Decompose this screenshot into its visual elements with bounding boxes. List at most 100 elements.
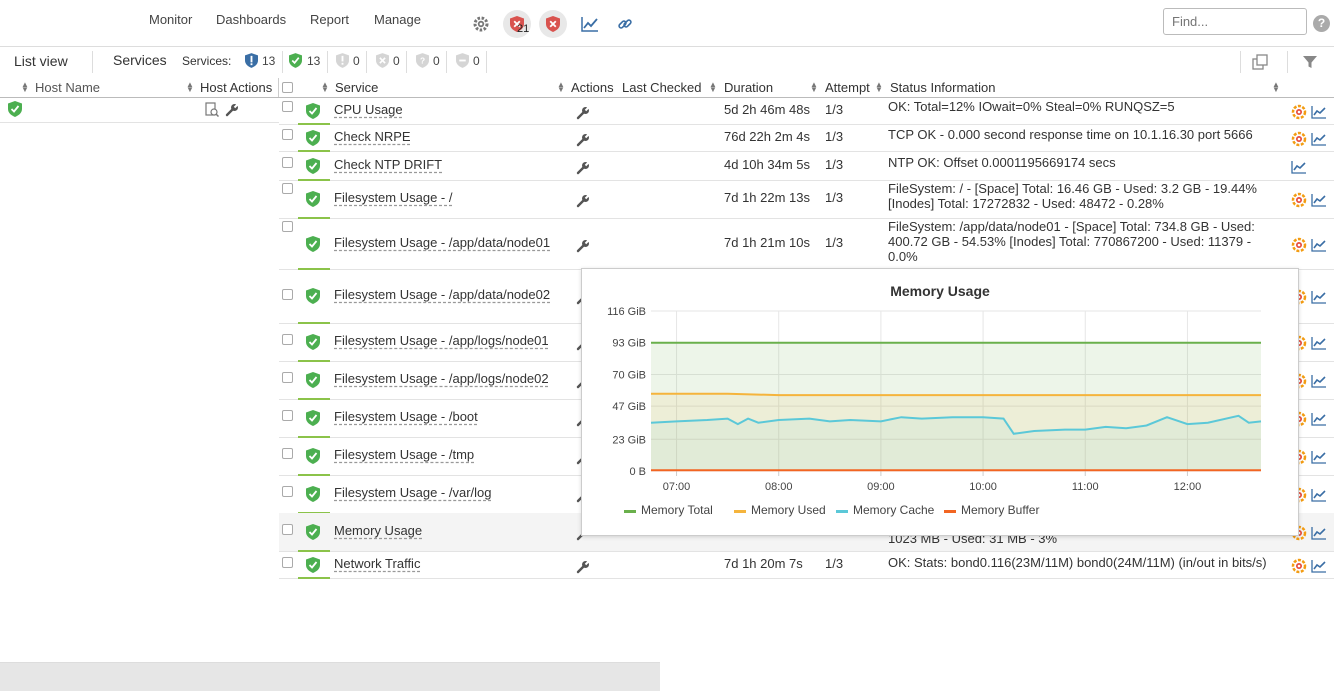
service-problems-button[interactable] (539, 10, 567, 38)
sort-icon[interactable]: ▲ ▼ (875, 81, 883, 94)
all-services-icon[interactable] (245, 53, 258, 71)
unknown-services-icon[interactable]: ? (416, 53, 429, 71)
unknown-services-count[interactable]: 0 (433, 54, 440, 68)
divider (366, 51, 367, 73)
x-tick-label: 11:00 (1072, 481, 1099, 493)
sort-icon[interactable]: ▲ ▼ (709, 81, 717, 94)
pending-services-count[interactable]: 0 (473, 54, 480, 68)
service-name-link[interactable]: Network Traffic (334, 556, 420, 571)
top-navigation-bar: Monitor Dashboards Report Manage 21 ? (0, 0, 1334, 46)
sort-icon[interactable]: ▲ ▼ (186, 81, 194, 94)
x-tick-label: 09:00 (867, 481, 895, 493)
service-name-link[interactable]: Filesystem Usage - /tmp (334, 447, 474, 462)
service-name-link[interactable]: Check NTP DRIFT (334, 157, 442, 172)
column-host-actions: Host Actions (200, 80, 273, 95)
link-icon[interactable] (617, 16, 633, 35)
horizontal-scrollbar[interactable] (0, 662, 660, 691)
nav-dashboards[interactable]: Dashboards (216, 12, 286, 27)
service-name-link[interactable]: Filesystem Usage - /app/data/node02 (334, 287, 550, 302)
divider (406, 51, 407, 73)
host-notes-icon[interactable] (205, 102, 220, 120)
select-all-checkbox[interactable] (282, 82, 293, 93)
help-icon[interactable]: ? (1313, 15, 1330, 32)
divider (486, 51, 487, 73)
sort-icon[interactable]: ▲ ▼ (321, 81, 329, 94)
column-last-checked[interactable]: Last Checked (622, 80, 702, 95)
y-tick-label: 116 GiB (607, 306, 646, 318)
nav-monitor[interactable]: Monitor (149, 12, 192, 27)
critical-services-count[interactable]: 0 (393, 54, 400, 68)
alert-count: 21 (517, 23, 530, 35)
host-row (0, 98, 279, 123)
sort-icon[interactable]: ▲ ▼ (810, 81, 818, 94)
y-tick-label: 47 GiB (612, 401, 646, 413)
service-name-link[interactable]: Filesystem Usage - /boot (334, 409, 478, 424)
column-attempt[interactable]: Attempt (825, 80, 870, 95)
nav-report[interactable]: Report (310, 12, 349, 27)
y-tick-label: 0 B (629, 466, 646, 478)
table-row[interactable] (279, 98, 1334, 124)
service-name-link[interactable]: Filesystem Usage - /app/data/node01 (334, 235, 550, 250)
divider (92, 51, 93, 73)
divider (282, 51, 283, 73)
sort-icon[interactable]: ▲ ▼ (557, 81, 565, 94)
legend-item[interactable]: Memory Used (751, 503, 826, 517)
svg-text:?: ? (420, 56, 425, 66)
service-name-link[interactable]: Memory Usage (334, 523, 422, 538)
ok-services-icon[interactable] (289, 53, 302, 71)
legend-item[interactable]: Memory Total (641, 503, 713, 517)
x-tick-label: 07:00 (663, 481, 691, 493)
sort-icon[interactable]: ▲ ▼ (21, 81, 29, 94)
warning-services-count[interactable]: 0 (353, 54, 360, 68)
x-tick-label: 08:00 (765, 481, 793, 493)
memory-usage-chart-popup: Memory Usage 07:00 08:00 09:00 10:00 11:00 12… (581, 268, 1299, 536)
view-toolbar: List view Services Services: 13 13 0 0 ?… (0, 46, 1334, 79)
column-status-information[interactable]: Status Information (890, 80, 996, 95)
sort-icon[interactable]: ▲ ▼ (1272, 81, 1280, 94)
series-area (651, 415, 1261, 471)
table-row[interactable] (279, 551, 1334, 578)
service-name-link[interactable]: Filesystem Usage - /app/logs/node02 (334, 371, 549, 386)
divider (327, 51, 328, 73)
service-name-link[interactable]: Filesystem Usage - /app/logs/node01 (334, 333, 549, 348)
services-tab[interactable]: Services (113, 52, 167, 68)
column-actions: Actions (571, 80, 614, 95)
host-wrench-icon[interactable] (225, 103, 239, 120)
service-name-link[interactable]: CPU Usage (334, 102, 403, 117)
service-name-link[interactable]: Filesystem Usage - /var/log (334, 485, 492, 500)
service-name-link[interactable]: Filesystem Usage - / (334, 190, 452, 205)
service-name-link[interactable]: Check NRPE (334, 129, 411, 144)
filter-icon[interactable] (1302, 54, 1318, 73)
list-view-tab[interactable]: List view (14, 53, 68, 69)
ok-services-count[interactable]: 13 (307, 54, 320, 68)
memory-usage-chart: 07:00 08:00 09:00 10:00 11:00 12:00 116 GiB 93 … (607, 306, 1262, 493)
critical-services-icon[interactable] (376, 53, 389, 71)
host-problems-button[interactable]: 21 (503, 10, 531, 38)
x-tick-label: 12:00 (1174, 481, 1202, 493)
y-tick-label: 70 GiB (612, 369, 646, 381)
legend-item[interactable]: Memory Cache (853, 503, 934, 517)
chart-legend: Memory Total Memory Used Memory Cache Memor… (624, 502, 1264, 520)
table-row[interactable] (279, 124, 1334, 151)
column-duration[interactable]: Duration (724, 80, 773, 95)
legend-item[interactable]: Memory Buffer (961, 503, 1039, 517)
nav-manage[interactable]: Manage (374, 12, 421, 27)
x-tick-label: 10:00 (969, 481, 997, 493)
legend-swatch (624, 510, 636, 513)
search-input[interactable] (1163, 8, 1307, 35)
warning-services-icon[interactable] (336, 53, 349, 71)
y-tick-label: 93 GiB (612, 338, 646, 350)
graph-icon[interactable] (581, 16, 599, 35)
divider (1287, 51, 1288, 73)
row-divider (279, 578, 1334, 579)
column-divider (278, 78, 279, 97)
column-host-name[interactable]: Host Name (35, 80, 100, 95)
divider (446, 51, 447, 73)
detach-window-icon[interactable] (1252, 54, 1269, 73)
all-services-count[interactable]: 13 (262, 54, 275, 68)
legend-swatch (944, 510, 956, 513)
services-label: Services: (182, 54, 232, 68)
column-service[interactable]: Service (335, 80, 378, 95)
gear-icon[interactable] (472, 15, 490, 33)
pending-services-icon[interactable] (456, 53, 469, 71)
